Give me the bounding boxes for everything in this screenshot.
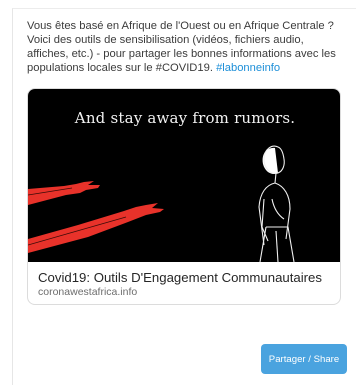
post-body: Vous êtes basé en Afrique de l'Ouest ou … [27, 20, 336, 74]
preview-domain: coronawestafrica.info [38, 286, 138, 298]
hashtag-link[interactable]: #labonneinfo [216, 62, 280, 74]
post-card: Vous êtes basé en Afrique de l'Ouest ou … [12, 8, 356, 385]
woman-figure [258, 145, 295, 262]
image-caption: And stay away from rumors. [74, 109, 296, 127]
link-preview-card[interactable]: And stay away from rumors. Covid19: Outi… [27, 88, 341, 305]
red-hand-lower [28, 203, 164, 253]
preview-title[interactable]: Covid19: Outils D'Engagement Communautai… [38, 269, 330, 286]
preview-image: And stay away from rumors. [28, 89, 340, 262]
share-button[interactable]: Partager / Share [261, 344, 347, 374]
post-text: Vous êtes basé en Afrique de l'Ouest ou … [27, 19, 345, 75]
preview-meta: Covid19: Outils D'Engagement Communautai… [28, 262, 340, 304]
